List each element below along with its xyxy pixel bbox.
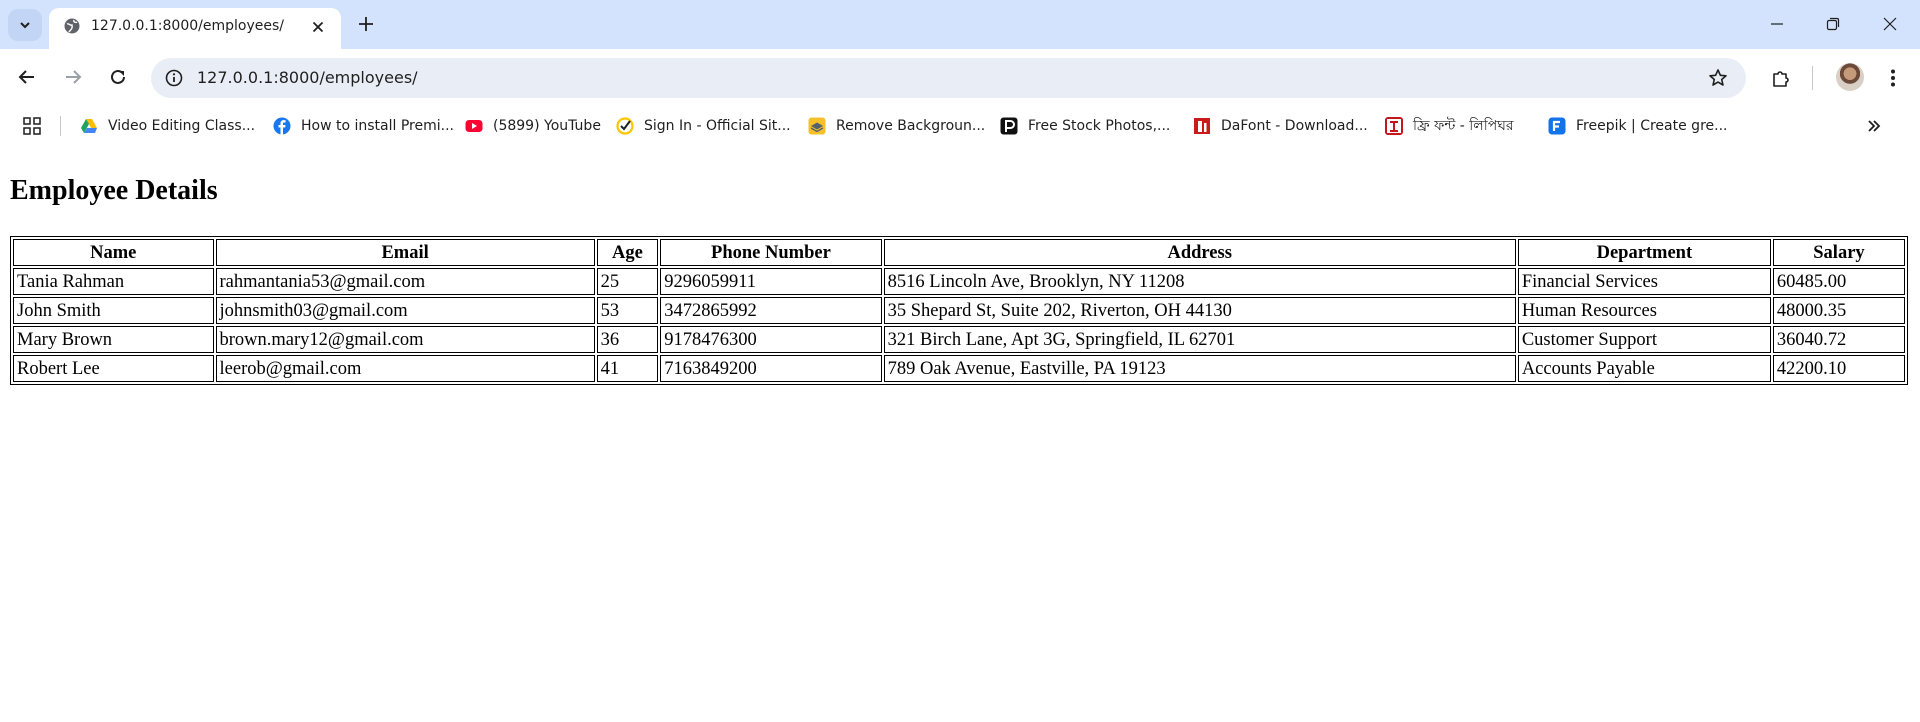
table-cell: 60485.00 [1772,268,1905,295]
table-cell: leerob@gmail.com [215,355,595,382]
column-header: Phone Number [660,239,882,266]
table-cell: 9178476300 [660,326,882,353]
minimize-icon [1771,23,1783,25]
table-header-row: Name Email Age Phone Number Address Depa… [13,239,1905,266]
table-cell: 42200.10 [1772,355,1905,382]
url-text[interactable]: 127.0.0.1:8000/employees/ [197,68,418,87]
bookmark-item[interactable]: Freepik | Create gre... [1548,115,1727,137]
table-row: Robert Lee leerob@gmail.com 41 716384920… [13,355,1905,382]
table-cell: 7163849200 [660,355,882,382]
bookmark-item[interactable]: DaFont - Download... [1193,115,1368,137]
table-cell: rahmantania53@gmail.com [215,268,595,295]
table-cell: 36040.72 [1772,326,1905,353]
page-title: Employee Details [10,175,218,206]
restore-button[interactable] [1819,10,1847,38]
arrow-right-icon [66,70,82,84]
table-cell: 41 [596,355,659,382]
browser-tab-strip: 127.0.0.1:8000/employees/ [0,0,1920,49]
table-cell: 35 Shepard St, Suite 202, Riverton, OH 4… [883,297,1516,324]
profile-avatar[interactable] [1836,63,1864,91]
table-cell: Financial Services [1517,268,1771,295]
bookmark-item[interactable]: Remove Backgroun... [808,115,985,137]
table-cell: 9296059911 [660,268,882,295]
table-cell: 53 [596,297,659,324]
table-cell: 36 [596,326,659,353]
pexels-icon [1000,117,1018,135]
more-vertical-icon [1891,69,1895,87]
arrow-left-icon [18,70,34,84]
chevron-down-icon [20,22,30,29]
table-cell: Robert Lee [13,355,214,382]
bookmark-item[interactable]: (5899) YouTube [465,115,601,137]
site-info-icon[interactable] [165,69,183,87]
browser-menu-button[interactable] [1879,64,1907,92]
browser-toolbar: 127.0.0.1:8000/employees/ [0,49,1920,107]
column-header: Age [596,239,659,266]
double-chevron-right-icon [1868,120,1881,132]
table-cell: Mary Brown [13,326,214,353]
table-cell: Tania Rahman [13,268,214,295]
forward-button[interactable] [59,63,87,91]
table-row: Tania Rahman rahmantania53@gmail.com 25 … [13,268,1905,295]
remove-bg-icon [808,117,826,135]
table-cell: 321 Birch Lane, Apt 3G, Springfield, IL … [883,326,1516,353]
tab-close-button[interactable] [307,16,329,38]
page-content: Employee Details Name Email Age Phone Nu… [0,143,1920,722]
column-header: Address [883,239,1516,266]
back-button[interactable] [13,63,41,91]
close-icon [312,21,324,33]
extensions-button[interactable] [1767,64,1795,92]
column-header: Department [1517,239,1771,266]
dafont-icon [1194,118,1210,134]
bookmarks-bar: Video Editing Class... How to install Pr… [0,107,1920,143]
norton-check-icon [616,117,634,135]
table-cell: Customer Support [1517,326,1771,353]
column-header: Name [13,239,214,266]
globe-icon [64,18,80,34]
active-tab[interactable]: 127.0.0.1:8000/employees/ [49,8,341,49]
table-row: Mary Brown brown.mary12@gmail.com 36 917… [13,326,1905,353]
puzzle-icon [1773,71,1789,87]
table-row: John Smith johnsmith03@gmail.com 53 3472… [13,297,1905,324]
more-bookmarks-button[interactable] [1862,114,1886,138]
bookmark-item[interactable]: How to install Premi... [273,115,454,137]
toolbar-divider [1812,66,1813,90]
table-cell: 25 [596,268,659,295]
tab-title: 127.0.0.1:8000/employees/ [91,18,284,34]
plus-icon [359,17,373,31]
reload-icon [111,69,125,84]
table-cell: John Smith [13,297,214,324]
minimize-button[interactable] [1763,10,1791,38]
bookmark-item[interactable]: Sign In - Official Sit... [616,115,791,137]
reload-button[interactable] [104,63,132,91]
freepik-icon [1548,117,1566,135]
restore-icon [1826,17,1840,31]
address-bar[interactable]: 127.0.0.1:8000/employees/ [151,58,1746,98]
bookmark-item[interactable]: Video Editing Class... [80,115,255,137]
table-cell: 3472865992 [660,297,882,324]
employee-table: Name Email Age Phone Number Address Depa… [10,236,1908,385]
column-header: Email [215,239,595,266]
close-icon [1883,17,1897,31]
table-cell: 48000.35 [1772,297,1905,324]
table-cell: Human Resources [1517,297,1771,324]
bookmark-item[interactable]: Free Stock Photos,... [1000,115,1170,137]
column-header: Salary [1772,239,1905,266]
table-cell: brown.mary12@gmail.com [215,326,595,353]
tab-search-button[interactable] [8,9,42,41]
table-cell: Accounts Payable [1517,355,1771,382]
bookmarks-divider [60,116,61,136]
new-tab-button[interactable] [355,13,377,35]
youtube-icon [465,120,483,132]
google-drive-icon [81,119,97,133]
table-cell: 8516 Lincoln Ave, Brooklyn, NY 11208 [883,268,1516,295]
apps-grid-icon[interactable] [22,116,42,136]
table-cell: johnsmith03@gmail.com [215,297,595,324]
close-window-button[interactable] [1876,10,1904,38]
table-cell: 789 Oak Avenue, Eastville, PA 19123 [883,355,1516,382]
bookmark-item[interactable]: ফ্রি ফন্ট - লিপিঘর [1385,115,1514,137]
facebook-icon [273,117,291,135]
lipighor-icon [1385,117,1403,135]
star-icon[interactable] [1708,68,1728,88]
